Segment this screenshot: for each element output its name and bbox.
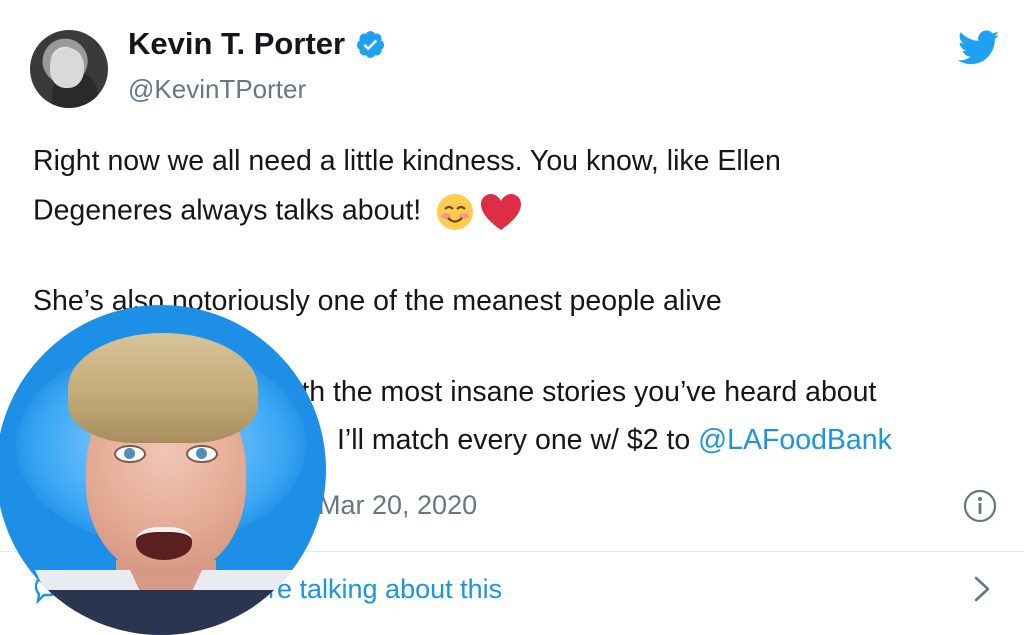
smiling-face-emoji (437, 194, 474, 230)
author-handle[interactable]: @KevinTPorter (128, 74, 306, 105)
tweet-text-line-5: I’ll match every one w/ $2 to @LAFoodBan… (337, 424, 892, 457)
author-name-row[interactable]: Kevin T. Porter (128, 26, 386, 62)
author-display-name[interactable]: Kevin T. Porter (128, 26, 345, 62)
tweet-timestamp-text[interactable]: Mar 20, 2020 (318, 490, 477, 520)
chevron-right-icon[interactable] (968, 572, 996, 606)
tweet-card: Kevin T. Porter @KevinTPorter Right now … (0, 0, 1024, 635)
overlay-portrait-photo (0, 305, 326, 635)
author-avatar[interactable] (30, 30, 108, 108)
twitter-bird-icon[interactable] (958, 30, 1000, 66)
photo-eye-left (114, 445, 146, 463)
tweet-text-line-2: Degeneres always talks about! (33, 192, 523, 232)
tweet-text-line-1: Right now we all need a little kindness.… (33, 145, 781, 177)
tweet-text-line-2-text: Degeneres always talks about! (33, 194, 422, 227)
tweet-text-line-4: ith the most insane stories you’ve heard… (295, 376, 876, 409)
tweet-timestamp[interactable]: Mar 20, 2020 (318, 490, 477, 521)
red-heart-emoji (480, 194, 521, 230)
mention-link[interactable]: @LAFoodBank (698, 424, 892, 456)
info-icon[interactable] (962, 488, 998, 524)
photo-hair (68, 333, 258, 443)
tweet-text-line-5-text: I’ll match every one w/ $2 to (337, 424, 699, 456)
photo-eye-right (186, 445, 218, 463)
photo-jacket (0, 590, 326, 635)
tweet-text-line-4-text: ith the most insane stories you’ve heard… (295, 376, 877, 408)
photo-mouth (136, 527, 192, 560)
verified-badge-icon (357, 30, 385, 58)
